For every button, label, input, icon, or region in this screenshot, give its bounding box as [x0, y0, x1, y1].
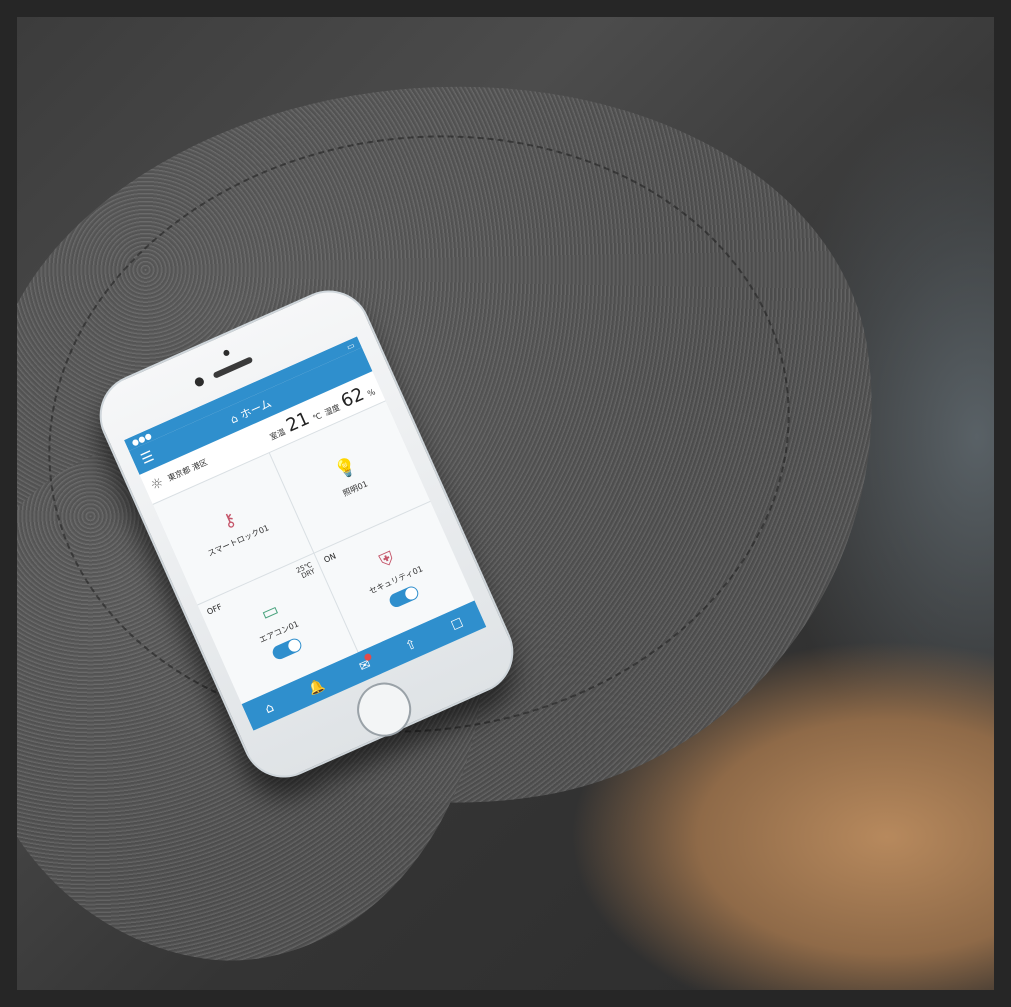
tile-label: 照明01 [341, 479, 370, 499]
aircon-toggle[interactable] [269, 636, 304, 662]
notification-badge [362, 652, 373, 662]
state-label: ON [322, 550, 338, 565]
photo-background: ●●● ▭ ☰ ⌂ ホーム ☼ 東京都 港区 室温 21 ℃ 湿度 62 % ⚷… [17, 17, 994, 990]
temperature-label: 室温 [268, 426, 287, 442]
bookmark-icon[interactable]: ☐ [449, 615, 466, 633]
bulb-icon: 💡 [331, 454, 361, 484]
state-label: OFF [205, 601, 224, 617]
key-icon: ⚷ [219, 508, 240, 534]
message-icon[interactable]: ✉ [357, 652, 373, 675]
home-tab-icon[interactable]: ⌂ [263, 700, 277, 717]
security-toggle[interactable] [386, 584, 420, 610]
sun-icon: ☼ [148, 474, 167, 495]
bell-icon[interactable]: 🔔 [306, 677, 327, 697]
temperature-value: 21 [282, 407, 313, 437]
menu-icon[interactable]: ☰ [139, 448, 157, 468]
humidity-label: 湿度 [323, 402, 342, 418]
upload-icon[interactable]: ⇧ [403, 636, 419, 654]
temperature-unit: ℃ [311, 410, 324, 423]
humidity-unit: % [365, 386, 377, 399]
location-label: 東京都 港区 [166, 457, 209, 483]
shield-icon: ⛨ [376, 547, 398, 573]
earpiece-speaker [212, 356, 254, 379]
front-camera [193, 375, 206, 388]
aircon-icon: ▭ [257, 598, 283, 625]
front-sensor [222, 348, 231, 357]
aircon-setting: 25℃ DRY [295, 560, 317, 582]
humidity-value: 62 [337, 383, 368, 412]
photo-frame: ●●● ▭ ☰ ⌂ ホーム ☼ 東京都 港区 室温 21 ℃ 湿度 62 % ⚷… [0, 0, 1011, 1007]
home-icon: ⌂ [228, 411, 240, 426]
